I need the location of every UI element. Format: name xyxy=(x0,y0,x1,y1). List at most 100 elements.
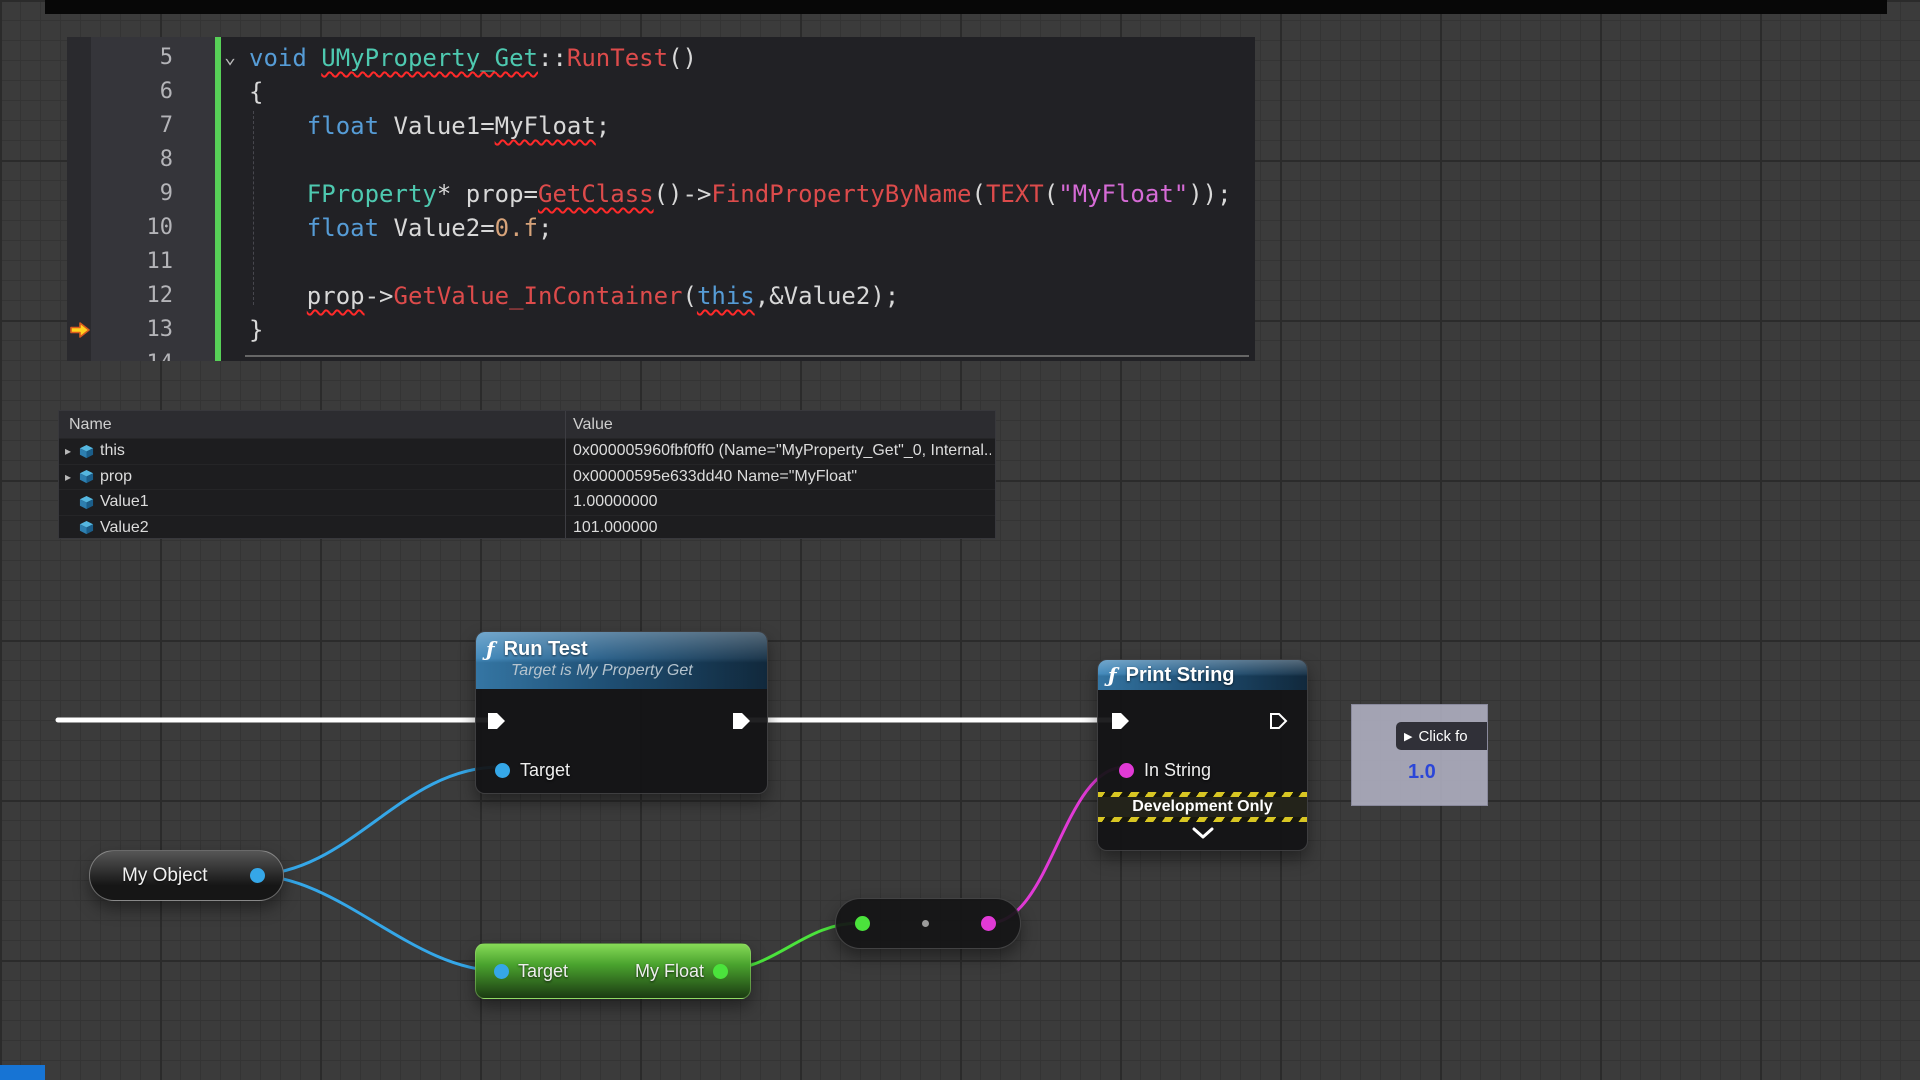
expander-icon[interactable]: ▸ xyxy=(59,444,79,458)
code-token: GetClass xyxy=(538,180,654,208)
target-pin[interactable] xyxy=(495,763,510,778)
watch-window[interactable]: Name Value ▸ this 0x000005960fbf0ff0 (Name… xyxy=(58,410,996,539)
conversion-dot-icon xyxy=(922,920,929,927)
code-token: Value2= xyxy=(379,214,495,242)
line-number[interactable]: 5 xyxy=(91,41,215,75)
code-token: prop xyxy=(307,282,365,310)
watch-value: 0x00000595e633dd40 Name="MyFloat" xyxy=(573,468,991,486)
line-number[interactable]: 6 xyxy=(91,75,215,109)
exec-out-pin[interactable] xyxy=(1269,712,1289,730)
blueprint-canvas[interactable]: 567891011121314 ⌄void UMyProperty_Get::R… xyxy=(0,0,1920,1080)
node-run-test[interactable]: ƒ Run Test Target is My Property Get Tar… xyxy=(475,631,768,794)
variable-label: My Object xyxy=(122,865,208,887)
exec-in-pin[interactable] xyxy=(487,712,507,730)
node-subtitle: Target is My Property Get xyxy=(476,662,767,680)
line-number[interactable]: 14 xyxy=(91,347,215,361)
watch-name: Value2 xyxy=(100,519,149,537)
code-token: () xyxy=(668,44,697,72)
watch-name: this xyxy=(100,442,125,460)
code-token: FindPropertyByName xyxy=(711,180,971,208)
code-token: FProperty xyxy=(307,180,437,208)
code-token: MyFloat xyxy=(495,112,596,140)
watch-column-value[interactable]: Value xyxy=(573,416,991,434)
code-text-area[interactable]: ⌄void UMyProperty_Get::RunTest(){ float … xyxy=(221,37,1255,361)
watch-row[interactable]: Value2 101.000000 xyxy=(59,515,995,541)
node-my-float-getter[interactable]: Target My Float xyxy=(475,943,751,999)
line-number[interactable]: 10 xyxy=(91,211,215,245)
function-icon: ƒ xyxy=(1108,663,1117,687)
target-pin[interactable] xyxy=(494,964,509,979)
node-title: Print String xyxy=(1126,664,1235,687)
code-token: 0.f xyxy=(495,214,538,242)
watch-name: Value1 xyxy=(100,493,149,511)
code-token: ; xyxy=(538,214,552,242)
conversion-in-pin[interactable] xyxy=(855,916,870,931)
debug-value-popup: ▶ Click fo 1.0 xyxy=(1351,704,1488,806)
breakpoint-margin[interactable] xyxy=(67,37,91,361)
variable-icon xyxy=(79,469,100,484)
line-number[interactable]: 11 xyxy=(91,245,215,279)
node-title: Run Test xyxy=(504,638,588,661)
code-token: float xyxy=(307,214,379,242)
code-editor[interactable]: 567891011121314 ⌄void UMyProperty_Get::R… xyxy=(67,37,1255,361)
click-for-info-button[interactable]: ▶ Click fo xyxy=(1396,722,1487,750)
node-float-to-string[interactable] xyxy=(835,898,1021,949)
watch-row[interactable]: Value11.00000000 xyxy=(59,489,995,515)
code-token: { xyxy=(249,78,263,106)
expander-icon[interactable]: ▸ xyxy=(59,470,79,484)
line-number[interactable]: 9 xyxy=(91,177,215,211)
watch-value: 101.000000 xyxy=(573,519,991,537)
line-number-gutter[interactable]: 567891011121314 xyxy=(91,37,215,361)
line-number[interactable]: 12 xyxy=(91,279,215,313)
taskbar-corner xyxy=(0,1065,45,1080)
object-wire-to-getter[interactable] xyxy=(251,875,501,971)
code-token: void xyxy=(249,44,307,72)
code-line xyxy=(249,245,1255,279)
editor-scrollbar[interactable] xyxy=(245,355,1249,357)
object-wire-to-runtest[interactable] xyxy=(251,767,500,875)
variable-icon xyxy=(79,495,100,510)
target-pin-label: Target xyxy=(518,961,568,982)
code-token xyxy=(307,44,321,72)
my-float-out-pin[interactable] xyxy=(713,964,728,979)
watch-name: prop xyxy=(100,468,132,486)
code-token: ( xyxy=(682,282,696,310)
code-token: -> xyxy=(365,282,394,310)
code-token: ()-> xyxy=(654,180,712,208)
code-token: RunTest xyxy=(567,44,668,72)
print-string-header[interactable]: ƒ Print String xyxy=(1098,660,1307,690)
expand-chevron-icon[interactable] xyxy=(1192,827,1214,845)
watch-row[interactable]: ▸ prop 0x00000595e633dd40 Name="MyFloat" xyxy=(59,464,995,490)
exec-out-pin[interactable] xyxy=(732,712,752,730)
code-token: "MyFloat" xyxy=(1058,180,1188,208)
code-token: :: xyxy=(538,44,567,72)
node-print-string[interactable]: ƒ Print String In String Development Onl… xyxy=(1097,659,1308,851)
code-line: float Value1=MyFloat; xyxy=(249,109,1255,143)
exec-in-pin[interactable] xyxy=(1111,712,1131,730)
development-only-banner: Development Only xyxy=(1098,792,1307,822)
code-line: { xyxy=(249,75,1255,109)
node-my-object[interactable]: My Object xyxy=(89,850,284,901)
code-token xyxy=(249,282,307,310)
code-token: Value1= xyxy=(379,112,495,140)
conversion-out-pin[interactable] xyxy=(981,916,996,931)
run-test-header[interactable]: ƒ Run Test Target is My Property Get xyxy=(476,632,767,689)
my-float-pin-label: My Float xyxy=(635,961,704,982)
in-string-pin[interactable] xyxy=(1119,763,1134,778)
function-icon: ƒ xyxy=(486,637,495,661)
my-object-out-pin[interactable] xyxy=(250,868,265,883)
line-number[interactable]: 7 xyxy=(91,109,215,143)
execution-pointer-icon xyxy=(69,320,91,340)
code-line: FProperty* prop=GetClass()->FindProperty… xyxy=(249,177,1255,211)
fold-chevron-icon[interactable]: ⌄ xyxy=(224,39,236,73)
watch-row[interactable]: ▸ this 0x000005960fbf0ff0 (Name="MyPropert… xyxy=(59,438,995,464)
line-number[interactable]: 8 xyxy=(91,143,215,177)
watch-column-divider[interactable] xyxy=(565,411,566,538)
watch-column-name[interactable]: Name xyxy=(59,416,112,434)
code-token: float xyxy=(307,112,379,140)
line-number[interactable]: 13 xyxy=(91,313,215,347)
hint-label: Click fo xyxy=(1418,728,1467,745)
code-token xyxy=(249,112,307,140)
watch-value: 0x000005960fbf0ff0 (Name="MyProperty_Get… xyxy=(573,442,991,460)
debug-value: 1.0 xyxy=(1408,761,1436,784)
